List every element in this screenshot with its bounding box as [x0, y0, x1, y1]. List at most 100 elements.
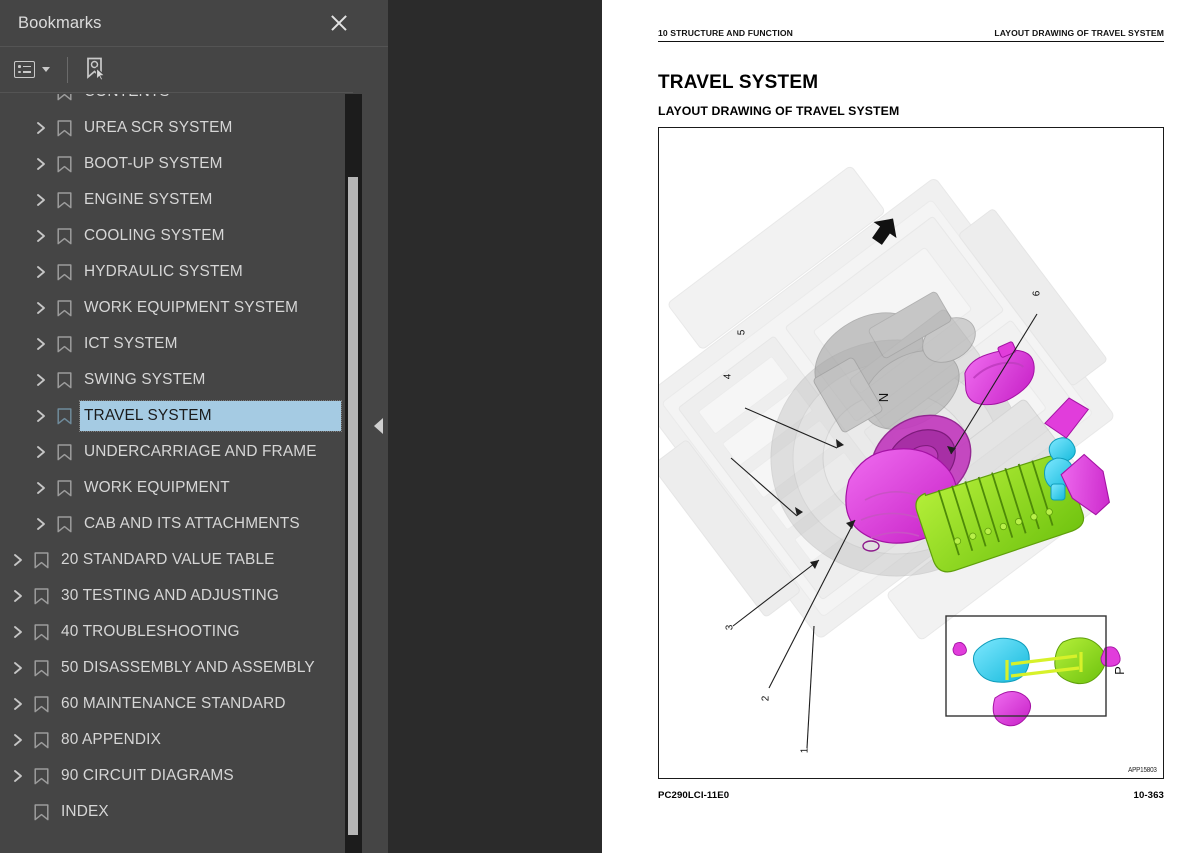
bookmark-item-urea-scr-system[interactable]: UREA SCR SYSTEM	[0, 110, 345, 146]
toolbar-separator	[67, 56, 68, 83]
chevron-right-icon[interactable]	[31, 110, 53, 146]
bookmark-label: INDEX	[61, 803, 109, 820]
page-title: TRAVEL SYSTEM	[658, 72, 819, 93]
bookmark-label: 20 STANDARD VALUE TABLE	[61, 551, 275, 568]
chevron-right-icon[interactable]	[31, 290, 53, 326]
chevron-right-icon[interactable]	[31, 182, 53, 218]
bookmark-item-boot-up-system[interactable]: BOOT-UP SYSTEM	[0, 146, 345, 182]
bookmark-icon	[53, 434, 77, 470]
bookmark-item-ict-system[interactable]: ICT SYSTEM	[0, 326, 345, 362]
figure-travel-system-layout: 1 2 3 4 5 6 N P APP15803	[658, 127, 1164, 779]
callout-1: 1	[799, 747, 811, 754]
detail-label-p: P	[1111, 666, 1127, 675]
close-icon[interactable]	[326, 10, 352, 36]
bookmark-item-30-testing-and-adjusting[interactable]: 30 TESTING AND ADJUSTING	[0, 578, 345, 614]
chevron-right-icon[interactable]	[31, 398, 53, 434]
bookmark-label: 90 CIRCUIT DIAGRAMS	[61, 767, 234, 784]
callout-2: 2	[760, 695, 772, 702]
bookmark-item-90-circuit-diagrams[interactable]: 90 CIRCUIT DIAGRAMS	[0, 758, 345, 794]
bookmark-item-undercarriage-and-frame[interactable]: UNDERCARRIAGE AND FRAME	[0, 434, 345, 470]
chevron-right-icon[interactable]	[31, 434, 53, 470]
bookmark-item-cooling-system[interactable]: COOLING SYSTEM	[0, 218, 345, 254]
bookmark-item-index[interactable]: INDEX	[0, 794, 345, 830]
chevron-right-icon[interactable]	[31, 218, 53, 254]
bookmark-icon	[30, 542, 54, 578]
bookmark-icon	[53, 218, 77, 254]
bookmark-label: SWING SYSTEM	[84, 371, 206, 388]
callout-5: 5	[736, 329, 748, 336]
bookmark-label: UREA SCR SYSTEM	[84, 119, 233, 136]
bookmarks-panel: Bookmarks CONTENTS UREA SCR SYSTEM BOOT-UP…	[0, 0, 388, 853]
bookmark-item-travel-system[interactable]: TRAVEL SYSTEM	[0, 398, 345, 434]
bookmark-label: 30 TESTING AND ADJUSTING	[61, 587, 279, 604]
bookmark-item-hydraulic-system[interactable]: HYDRAULIC SYSTEM	[0, 254, 345, 290]
footer-model: PC290LCI-11E0	[658, 790, 730, 801]
bookmarks-panel-title: Bookmarks	[18, 13, 102, 32]
bookmark-icon	[53, 326, 77, 362]
bookmark-icon	[53, 362, 77, 398]
bookmark-item-cab-and-its-attachments[interactable]: CAB AND ITS ATTACHMENTS	[0, 506, 345, 542]
running-head-right: LAYOUT DRAWING OF TRAVEL SYSTEM	[994, 28, 1164, 38]
chevron-right-icon[interactable]	[8, 722, 30, 758]
bookmarks-tree[interactable]: CONTENTS UREA SCR SYSTEM BOOT-UP SYSTEM ENG…	[0, 94, 345, 853]
bookmark-label: HYDRAULIC SYSTEM	[84, 263, 243, 280]
callout-3: 3	[724, 624, 736, 631]
chevron-right-icon[interactable]	[8, 542, 30, 578]
chevron-right-icon[interactable]	[31, 326, 53, 362]
bookmark-item-20-standard-value-table[interactable]: 20 STANDARD VALUE TABLE	[0, 542, 345, 578]
bookmark-icon	[30, 650, 54, 686]
bookmark-icon	[53, 506, 77, 542]
chevron-right-icon[interactable]	[8, 650, 30, 686]
bookmark-item-swing-system[interactable]: SWING SYSTEM	[0, 362, 345, 398]
bookmark-icon	[53, 398, 77, 434]
bookmark-item-work-equipment[interactable]: WORK EQUIPMENT	[0, 470, 345, 506]
travel-system-diagram	[659, 166, 1121, 749]
bookmark-item-80-appendix[interactable]: 80 APPENDIX	[0, 722, 345, 758]
chevron-spacer	[8, 794, 30, 830]
bookmark-item-contents[interactable]: CONTENTS	[0, 94, 345, 110]
bookmark-icon	[53, 110, 77, 146]
bookmarks-toolbar	[0, 47, 353, 93]
chevron-right-icon[interactable]	[8, 686, 30, 722]
bookmark-item-60-maintenance-standard[interactable]: 60 MAINTENANCE STANDARD	[0, 686, 345, 722]
chevron-right-icon[interactable]	[31, 146, 53, 182]
bookmark-item-40-troubleshooting[interactable]: 40 TROUBLESHOOTING	[0, 614, 345, 650]
bookmark-label: 80 APPENDIX	[61, 731, 162, 748]
bookmark-icon	[30, 794, 54, 830]
bookmark-label: WORK EQUIPMENT SYSTEM	[84, 299, 299, 316]
bookmarks-panel-header: Bookmarks	[0, 0, 388, 47]
figure-code: APP15803	[1128, 765, 1157, 774]
chevron-spacer	[31, 94, 53, 110]
direction-label-n: N	[876, 392, 892, 403]
chevron-right-icon[interactable]	[31, 470, 53, 506]
page-content: 10 STRUCTURE AND FUNCTION LAYOUT DRAWING…	[658, 28, 1164, 801]
bookmark-icon	[53, 470, 77, 506]
page-running-head: 10 STRUCTURE AND FUNCTION LAYOUT DRAWING…	[658, 28, 1164, 42]
running-head-left: 10 STRUCTURE AND FUNCTION	[658, 28, 793, 38]
bookmark-item-50-disassembly-and-assembly[interactable]: 50 DISASSEMBLY AND ASSEMBLY	[0, 650, 345, 686]
bookmark-icon	[53, 94, 77, 110]
bookmark-label: 60 MAINTENANCE STANDARD	[61, 695, 286, 712]
chevron-right-icon[interactable]	[8, 614, 30, 650]
bookmark-options-button[interactable]	[14, 61, 50, 78]
bookmark-icon	[30, 578, 54, 614]
chevron-right-icon[interactable]	[31, 254, 53, 290]
chevron-right-icon[interactable]	[31, 362, 53, 398]
callout-6: 6	[1031, 290, 1043, 297]
bookmarks-scrollbar-thumb[interactable]	[348, 177, 358, 835]
callout-4: 4	[722, 373, 734, 380]
bookmark-label: ICT SYSTEM	[84, 335, 178, 352]
bookmark-label: ENGINE SYSTEM	[84, 191, 213, 208]
chevron-right-icon[interactable]	[31, 506, 53, 542]
chevron-right-icon[interactable]	[8, 758, 30, 794]
bookmark-item-work-equipment-system[interactable]: WORK EQUIPMENT SYSTEM	[0, 290, 345, 326]
bookmark-item-engine-system[interactable]: ENGINE SYSTEM	[0, 182, 345, 218]
bookmark-icon	[30, 722, 54, 758]
collapse-panel-icon[interactable]	[374, 418, 383, 434]
bookmark-label: CAB AND ITS ATTACHMENTS	[84, 515, 300, 532]
document-viewer: 10 STRUCTURE AND FUNCTION LAYOUT DRAWING…	[388, 0, 1200, 853]
chevron-right-icon[interactable]	[8, 578, 30, 614]
new-bookmark-button[interactable]	[84, 57, 108, 82]
new-bookmark-icon	[87, 57, 107, 82]
pdf-viewer-window: Bookmarks CONTENTS UREA SCR SYSTEM BOOT-UP…	[0, 0, 1200, 853]
